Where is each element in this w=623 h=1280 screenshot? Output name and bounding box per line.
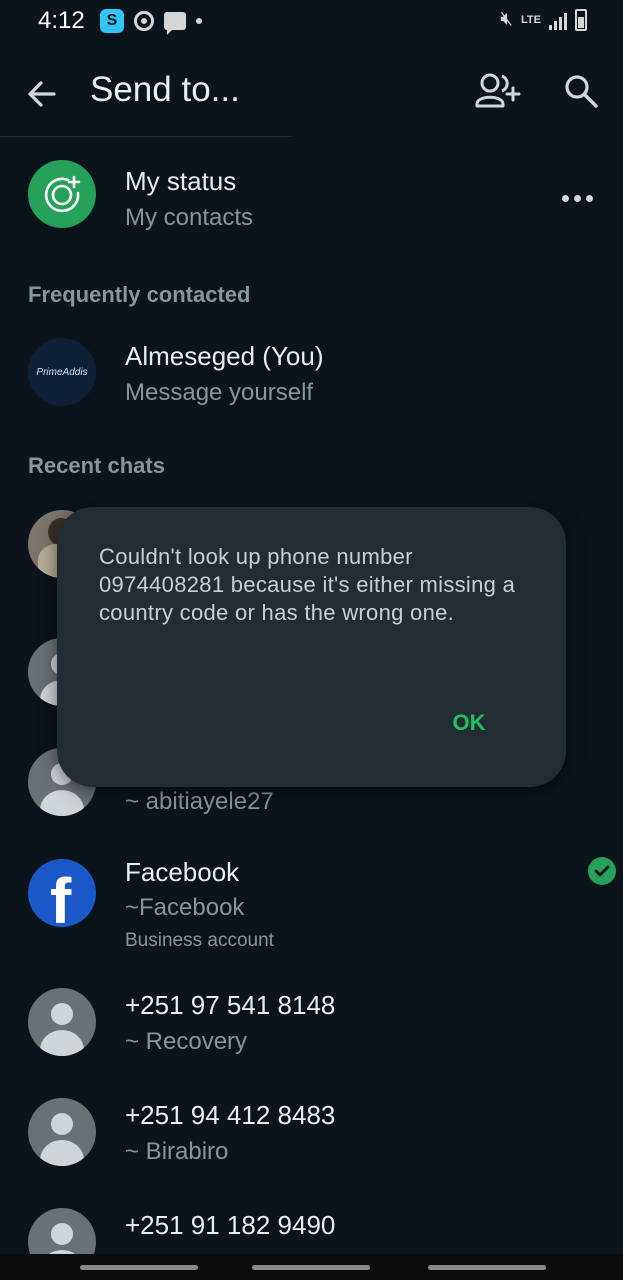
nav-back-handle[interactable] (428, 1265, 546, 1270)
nav-home-handle[interactable] (252, 1265, 370, 1270)
error-dialog: Couldn't look up phone number 0974408281… (57, 507, 566, 787)
ok-button[interactable]: OK (437, 703, 501, 743)
nav-recents-handle[interactable] (80, 1265, 198, 1270)
navigation-bar (0, 1254, 623, 1280)
dialog-message: Couldn't look up phone number 0974408281… (99, 544, 516, 625)
